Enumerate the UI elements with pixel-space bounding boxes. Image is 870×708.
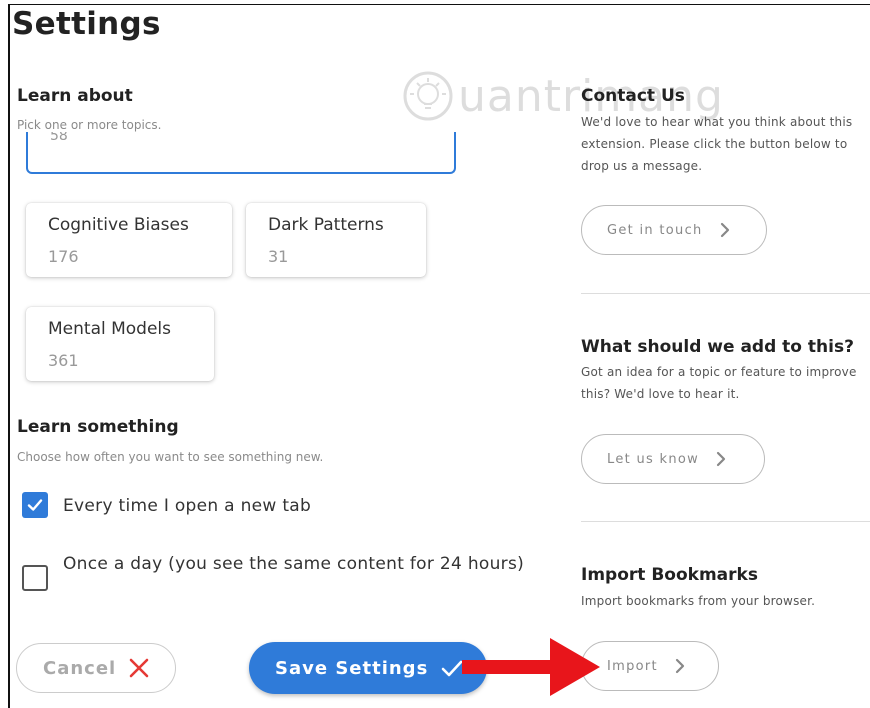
chevron-right-icon (716, 451, 726, 467)
topic-count: 31 (268, 247, 289, 266)
option-label: Every time I open a new tab (63, 496, 312, 516)
let-us-know-label: Let us know (607, 451, 700, 467)
learn-something-heading: Learn something (17, 417, 179, 437)
close-icon (129, 658, 149, 678)
get-in-touch-button[interactable]: Get in touch (581, 205, 767, 255)
topic-card-dark-patterns[interactable]: Dark Patterns 31 (246, 203, 426, 277)
import-heading: Import Bookmarks (581, 565, 758, 585)
option-label: Once a day (you see the same content for… (63, 554, 525, 574)
topic-name: Cognitive Biases (48, 215, 189, 235)
topic-card-cognitive-biases[interactable]: Cognitive Biases 176 (26, 203, 232, 277)
let-us-know-button[interactable]: Let us know (581, 434, 765, 484)
contact-heading: Contact Us (581, 86, 685, 106)
divider (581, 293, 870, 294)
topic-name: Mental Models (48, 319, 172, 339)
learn-about-heading: Learn about (17, 86, 133, 106)
save-settings-button[interactable]: Save Settings (249, 642, 487, 694)
topic-count: 361 (48, 351, 79, 370)
topic-card-mental-models[interactable]: Mental Models 361 (26, 307, 214, 381)
checkmark-icon (27, 499, 43, 511)
import-label: Import (607, 658, 658, 674)
topic-name: Dark Patterns (268, 215, 384, 235)
contact-text: We'd love to hear what you think about t… (581, 115, 853, 173)
checkbox-checked[interactable] (22, 492, 48, 518)
topic-count: 176 (48, 247, 79, 266)
checkmark-icon (441, 660, 463, 677)
topic-search-input[interactable]: 58 (26, 132, 456, 174)
page-title: Settings (12, 6, 161, 42)
suggest-heading: What should we add to this? (581, 337, 854, 357)
learn-something-subtitle: Choose how often you want to see somethi… (17, 450, 324, 464)
learn-about-subtitle: Pick one or more topics. (17, 118, 162, 132)
topic-input-ghost-text: 58 (50, 132, 68, 144)
checkbox-unchecked[interactable] (22, 565, 48, 591)
cancel-button[interactable]: Cancel (16, 643, 176, 693)
import-text: Import bookmarks from your browser. (581, 594, 816, 608)
save-label: Save Settings (275, 657, 429, 679)
chevron-right-icon (720, 222, 729, 238)
chevron-right-icon (675, 658, 685, 674)
divider (581, 521, 870, 522)
suggest-text: Got an idea for a topic or feature to im… (581, 365, 857, 401)
option-once-a-day[interactable]: Once a day (you see the same content for… (22, 550, 542, 591)
cancel-label: Cancel (43, 657, 117, 679)
get-in-touch-label: Get in touch (607, 222, 703, 238)
arrow-right-icon (462, 638, 600, 696)
option-every-new-tab[interactable]: Every time I open a new tab (22, 492, 311, 521)
